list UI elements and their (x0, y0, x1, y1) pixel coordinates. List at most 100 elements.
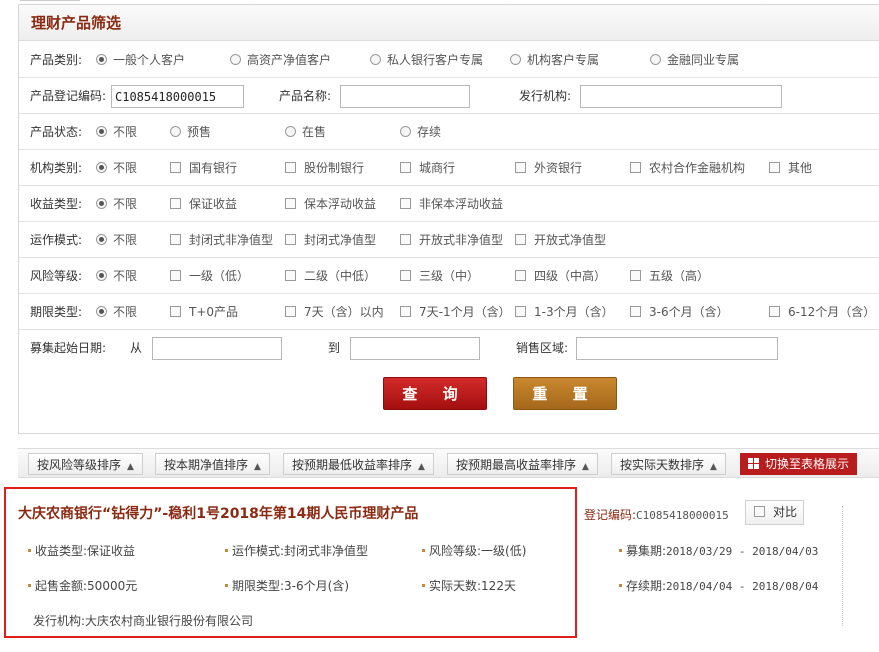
sort-by-max-yield-button[interactable]: 按预期最高收益率排序 ▲ (447, 453, 598, 475)
operation-option-open-non-nav[interactable]: 开放式非净值型 (400, 222, 503, 258)
operation-option-closed-non-nav[interactable]: 封闭式非净值型 (170, 222, 273, 258)
radio-icon (96, 270, 107, 281)
risk-option-any[interactable]: 不限 (96, 258, 137, 294)
radio-icon (650, 54, 661, 65)
risk-option-level-1[interactable]: 一级（低） (170, 258, 249, 294)
checkbox-icon (515, 306, 526, 317)
sort-by-risk-button[interactable]: 按风险等级排序 ▲ (28, 453, 143, 475)
category-option-institution[interactable]: 机构客户专属 (510, 42, 599, 78)
term-option-6-12m[interactable]: 6-12个月（含） (769, 294, 875, 330)
income-option-principal-floating[interactable]: 保本浮动收益 (285, 186, 376, 222)
raise-date-from-input[interactable] (152, 337, 282, 360)
term-option-3-6m[interactable]: 3-6个月（含） (630, 294, 729, 330)
status-option-on-sale[interactable]: 在售 (285, 114, 326, 150)
term-option-7d[interactable]: 7天（含）以内 (285, 294, 384, 330)
row-raise-date: 募集起始日期: 从 到 销售区域: (19, 330, 879, 366)
checkbox-icon (515, 234, 526, 245)
risk-option-level-5[interactable]: 五级（高） (630, 258, 709, 294)
query-button[interactable]: 查 询 (383, 377, 487, 410)
category-option-interbank[interactable]: 金融同业专属 (650, 42, 739, 78)
attr-operation-mode: 运作模式:封闭式非净值型 (225, 542, 368, 559)
divider (842, 506, 843, 626)
operation-mode-label: 运作模式: (30, 233, 83, 247)
institution-option-other[interactable]: 其他 (769, 150, 812, 186)
institution-option-state-owned[interactable]: 国有银行 (170, 150, 237, 186)
risk-option-level-3[interactable]: 三级（中） (400, 258, 479, 294)
raise-date-to-input[interactable] (350, 337, 480, 360)
risk-level-label: 风险等级: (30, 269, 83, 283)
checkbox-icon (400, 198, 411, 209)
panel-title: 理财产品筛选 (19, 5, 879, 41)
income-type-label: 收益类型: (30, 197, 83, 211)
checkbox-icon (170, 234, 181, 245)
result-reg-code: 登记编码:C1085418000015 (584, 508, 729, 522)
product-title-link[interactable]: 大庆农商银行“钻得力”-稳利1号2018年第14期人民币理财产品 (18, 503, 418, 523)
issuer-input[interactable] (580, 85, 782, 108)
product-status-label: 产品状态: (30, 125, 83, 139)
checkbox-icon (285, 198, 296, 209)
category-option-general[interactable]: 一般个人客户 (96, 42, 185, 78)
row-term-type: 期限类型: 不限 T+0产品 7天（含）以内 7天-1个月（含） 1-3个月（含… (19, 294, 879, 330)
checkbox-icon (170, 198, 181, 209)
checkbox-icon (170, 162, 181, 173)
institution-option-joint-stock[interactable]: 股份制银行 (285, 150, 364, 186)
institution-option-any[interactable]: 不限 (96, 150, 137, 186)
radio-icon (170, 126, 181, 137)
institution-option-foreign-bank[interactable]: 外资银行 (515, 150, 582, 186)
switch-to-table-button[interactable]: 切换至表格展示 (740, 453, 858, 475)
radio-icon (285, 126, 296, 137)
checkbox-icon (170, 270, 181, 281)
institution-option-rural-coop[interactable]: 农村合作金融机构 (630, 150, 745, 186)
operation-option-open-nav[interactable]: 开放式净值型 (515, 222, 606, 258)
sort-by-nav-button[interactable]: 按本期净值排序 ▲ (155, 453, 270, 475)
attr-term-type: 期限类型:3-6个月(含) (225, 577, 349, 594)
income-option-any[interactable]: 不限 (96, 186, 137, 222)
sort-up-icon: ▲ (418, 462, 425, 472)
sales-region-label: 销售区域: (516, 341, 569, 355)
sort-up-icon: ▲ (582, 462, 589, 472)
checkbox-icon (285, 162, 296, 173)
category-option-high-net-worth[interactable]: 高资产净值客户 (230, 42, 331, 78)
status-option-ongoing[interactable]: 存续 (400, 114, 441, 150)
radio-icon (230, 54, 241, 65)
issuer-label: 发行机构: (519, 89, 572, 103)
income-option-guaranteed[interactable]: 保证收益 (170, 186, 237, 222)
grid-icon (748, 458, 759, 469)
category-option-private-bank[interactable]: 私人银行客户专属 (370, 42, 483, 78)
term-option-any[interactable]: 不限 (96, 294, 137, 330)
reg-code-input[interactable] (111, 85, 244, 108)
filter-panel: 理财产品筛选 产品类别: 一般个人客户 高资产净值客户 私人银行客户专属 机构客… (18, 4, 879, 434)
operation-option-any[interactable]: 不限 (96, 222, 137, 258)
checkbox-icon (170, 306, 181, 317)
attr-raise-period: 募集期:2018/03/29 - 2018/04/03 (619, 542, 818, 559)
risk-option-level-4[interactable]: 四级（中高） (515, 258, 606, 294)
status-option-any[interactable]: 不限 (96, 114, 137, 150)
attr-min-amount: 起售金额:50000元 (28, 577, 137, 594)
top-edge-fragment (20, 0, 80, 3)
sort-by-days-button[interactable]: 按实际天数排序 ▲ (611, 453, 726, 475)
radio-icon (96, 54, 107, 65)
checkbox-icon (400, 162, 411, 173)
sort-by-min-yield-button[interactable]: 按预期最低收益率排序 ▲ (283, 453, 434, 475)
sales-region-input[interactable] (576, 337, 778, 360)
sort-up-icon: ▲ (127, 462, 134, 472)
checkbox-icon (400, 270, 411, 281)
term-option-t0[interactable]: T+0产品 (170, 294, 238, 330)
product-name-input[interactable] (340, 85, 470, 108)
page: 理财产品筛选 产品类别: 一般个人客户 高资产净值客户 私人银行客户专属 机构客… (0, 0, 879, 652)
risk-option-level-2[interactable]: 二级（中低） (285, 258, 376, 294)
row-product-category: 产品类别: 一般个人客户 高资产净值客户 私人银行客户专属 机构客户专属 金融同… (19, 42, 879, 78)
radio-icon (96, 162, 107, 173)
status-option-presale[interactable]: 预售 (170, 114, 211, 150)
compare-checkbox[interactable]: 对比 (745, 500, 804, 525)
checkbox-icon (400, 306, 411, 317)
operation-option-closed-nav[interactable]: 封闭式净值型 (285, 222, 376, 258)
term-option-1-3m[interactable]: 1-3个月（含） (515, 294, 614, 330)
sort-up-icon: ▲ (254, 462, 261, 472)
checkbox-icon (769, 162, 780, 173)
reset-button[interactable]: 重 置 (513, 377, 617, 410)
income-option-non-principal-floating[interactable]: 非保本浮动收益 (400, 186, 503, 222)
sort-bar: 按风险等级排序 ▲ 按本期净值排序 ▲ 按预期最低收益率排序 ▲ 按预期最高收益率排序… (18, 448, 879, 478)
term-option-7d-1m[interactable]: 7天-1个月（含） (400, 294, 511, 330)
institution-option-city-bank[interactable]: 城商行 (400, 150, 455, 186)
